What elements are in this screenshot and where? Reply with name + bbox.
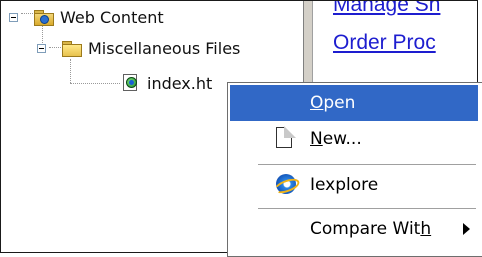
submenu-arrow-icon bbox=[463, 223, 470, 235]
menu-item-iexplore[interactable]: Iexplore bbox=[230, 167, 478, 203]
menu-separator bbox=[258, 164, 476, 165]
menu-item-label: Open bbox=[310, 93, 356, 113]
tree-item-label: index.ht bbox=[147, 73, 213, 93]
new-document-icon bbox=[276, 126, 296, 149]
tree-item-web-content[interactable]: Web Content bbox=[9, 5, 164, 29]
internet-explorer-icon bbox=[272, 174, 302, 197]
menu-item-label: Iexplore bbox=[310, 175, 379, 195]
tree-item-label: Miscellaneous Files bbox=[88, 38, 241, 58]
html-file-icon bbox=[123, 74, 139, 92]
tree-item-label: Web Content bbox=[60, 7, 164, 27]
context-menu: Open New... Iexplore Compare With bbox=[227, 82, 482, 257]
link-order[interactable]: Order Proc bbox=[333, 31, 436, 55]
web-folder-icon bbox=[34, 9, 54, 26]
tree-connector bbox=[70, 83, 120, 85]
tree-item-miscellaneous-files[interactable]: Miscellaneous Files bbox=[37, 36, 240, 60]
tree-connector bbox=[70, 59, 72, 83]
folder-icon bbox=[62, 40, 82, 57]
link-manage[interactable]: Manage Sh bbox=[333, 1, 440, 17]
menu-item-open[interactable]: Open bbox=[230, 85, 478, 121]
menu-item-new[interactable]: New... bbox=[230, 121, 478, 157]
collapse-icon[interactable] bbox=[9, 12, 18, 22]
collapse-icon[interactable] bbox=[37, 43, 46, 53]
tree-item-index-file[interactable]: index.ht bbox=[123, 71, 214, 95]
menu-item-compare-with[interactable]: Compare With bbox=[230, 211, 478, 247]
menu-separator bbox=[258, 208, 476, 209]
menu-item-label: Compare With bbox=[310, 219, 432, 239]
menu-item-label: New... bbox=[310, 129, 362, 149]
